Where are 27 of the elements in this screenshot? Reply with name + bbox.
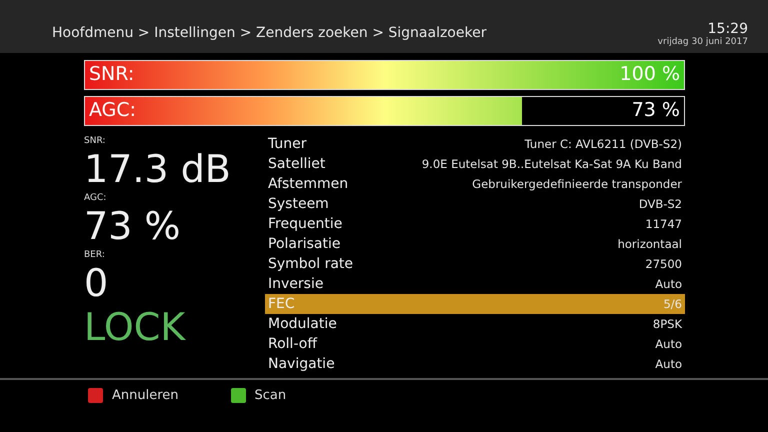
detail-row[interactable]: Satelliet 9.0E Eutelsat 9B..Eutelsat Ka-Sat 9A Ku Band [265, 154, 685, 174]
detail-row[interactable]: Tuner Tuner C: AVL6211 (DVB-S2) [265, 134, 685, 154]
meter-reading: 100 % [620, 63, 680, 85]
readout-value: 0 [84, 261, 110, 305]
readout-label: SNR: [84, 136, 106, 147]
readout-label: AGC: [84, 193, 108, 204]
meter-label: SNR: [89, 63, 134, 85]
meter-reading: 73 % [632, 99, 680, 121]
detail-row[interactable]: Modulatie 8PSK [265, 314, 685, 334]
lock-status: LOCK [84, 305, 187, 349]
readout-value: 73 % [84, 204, 182, 248]
clock-time: 15:29 [708, 21, 748, 37]
detail-row[interactable]: Frequentie 11747 [265, 214, 685, 234]
detail-row[interactable]: Inversie Auto [265, 274, 685, 294]
detail-row[interactable]: Polarisatie horizontaal [265, 234, 685, 254]
button-label[interactable]: Scan [254, 388, 286, 403]
readout-value: 17.3 dB [84, 147, 232, 191]
readout-label: BER: [84, 250, 106, 261]
detail-row[interactable]: Symbol rate 27500 [265, 254, 685, 274]
detail-row[interactable]: Roll-off Auto [265, 334, 685, 354]
detail-row[interactable]: Navigatie Auto [265, 354, 685, 374]
button-label[interactable]: Annuleren [112, 388, 179, 403]
meter-label: AGC: [89, 99, 136, 121]
detail-row[interactable]: Afstemmen Gebruikergedefinieerde transponder [265, 174, 685, 194]
detail-row[interactable]: Systeem DVB-S2 [265, 194, 685, 214]
date: vrijdag 30 juni 2017 [658, 37, 748, 47]
breadcrumb: Hoofdmenu > Instellingen > Zenders zoeken > Signaalzoeker [52, 25, 486, 41]
